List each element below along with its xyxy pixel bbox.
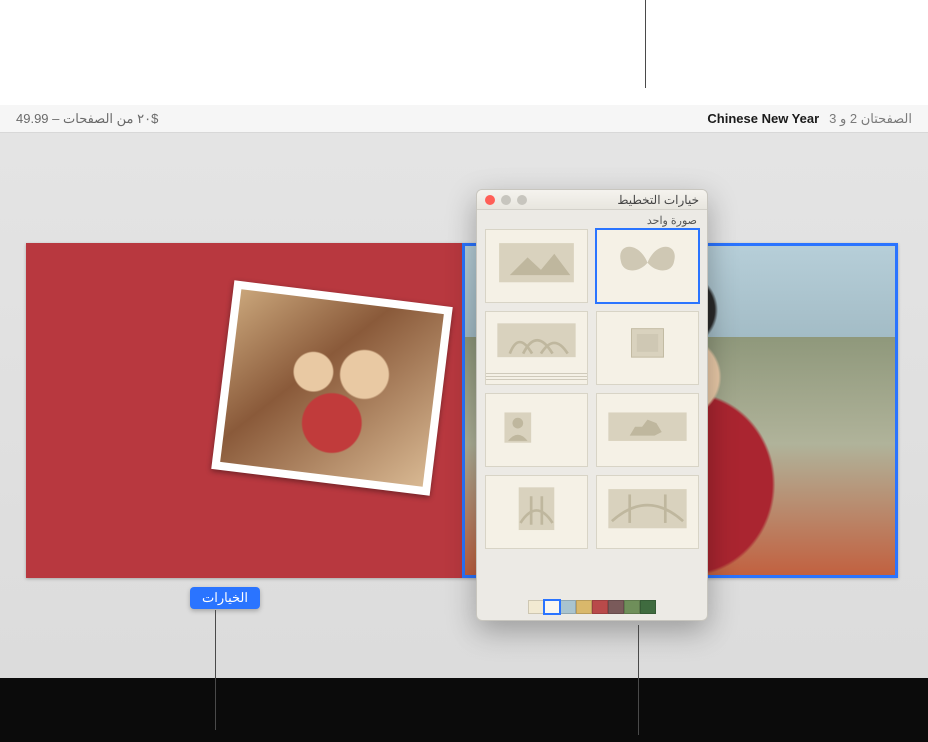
popover-title: خيارات التخطيط: [617, 193, 699, 207]
frame-center-icon: [603, 318, 692, 371]
bridge-narrow-icon: [492, 482, 581, 535]
header-bar: Chinese New Year الصفحتان 2 و 3 ٢٠ من ال…: [0, 105, 928, 133]
status-price: ٢٠ من الصفحات – 49.99$: [16, 111, 158, 127]
bottom-bar: [0, 678, 928, 742]
traffic-min-icon[interactable]: [517, 195, 527, 205]
photo-tilted-image: [220, 289, 444, 487]
page-range: الصفحتان 2 و 3: [829, 111, 912, 127]
layout-thumb-5[interactable]: [596, 393, 699, 467]
swatch-5[interactable]: [560, 600, 576, 614]
close-icon[interactable]: [485, 195, 495, 205]
photo-tilted[interactable]: [211, 280, 453, 495]
portrait-small-icon: [492, 400, 581, 453]
swatch-2[interactable]: [608, 600, 624, 614]
swatch-0[interactable]: [640, 600, 656, 614]
opera-icon: [492, 318, 581, 371]
page-right[interactable]: [26, 243, 462, 578]
window-controls: [485, 195, 527, 205]
layout-thumb-2[interactable]: [485, 229, 588, 303]
horse-icon: [603, 400, 692, 453]
callout-line-bottom-left: [215, 610, 216, 730]
landscape-icon: [492, 236, 581, 289]
layout-thumb-8[interactable]: [485, 475, 588, 549]
color-swatches: [477, 600, 707, 614]
popover-titlebar: خيارات التخطيط: [477, 190, 707, 210]
callout-line-top: [645, 0, 646, 88]
layout-thumb-4[interactable]: [485, 311, 588, 385]
swatch-4[interactable]: [576, 600, 592, 614]
swatch-7[interactable]: [528, 600, 544, 614]
swatch-6[interactable]: [544, 600, 560, 614]
project-title: Chinese New Year: [707, 111, 819, 126]
options-button[interactable]: الخيارات: [190, 587, 260, 609]
callout-line-bottom-right: [638, 625, 639, 735]
bridge-wide-icon: [603, 482, 692, 535]
popover-subtitle: صورة واحد: [477, 210, 707, 227]
butterfly-icon: [603, 236, 692, 289]
layout-options-popover: خيارات التخطيط صورة واحد: [476, 189, 708, 621]
editor-canvas: [0, 133, 928, 678]
layout-thumb-1[interactable]: [596, 229, 699, 303]
layout-thumb-6[interactable]: [485, 393, 588, 467]
swatch-3[interactable]: [592, 600, 608, 614]
swatch-1[interactable]: [624, 600, 640, 614]
layout-thumb-7[interactable]: [596, 475, 699, 549]
layout-grid: [477, 227, 707, 583]
layout-thumb-3[interactable]: [596, 311, 699, 385]
page-spread: [26, 243, 898, 578]
traffic-max-icon[interactable]: [501, 195, 511, 205]
